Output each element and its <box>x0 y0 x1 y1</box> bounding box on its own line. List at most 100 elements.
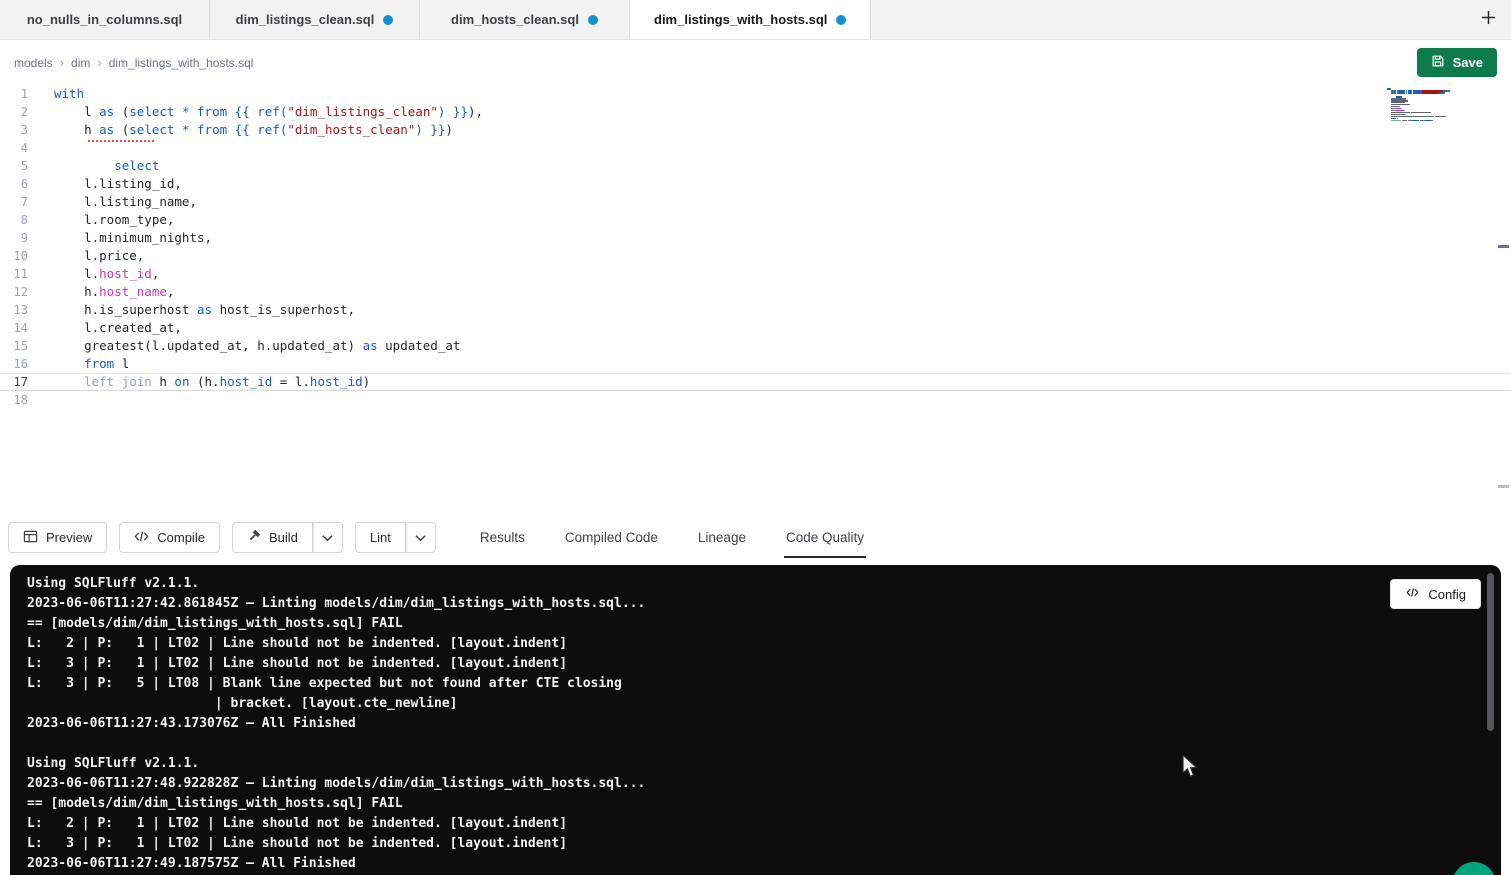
terminal-scrollbar[interactable] <box>1487 573 1494 731</box>
code-text: select <box>28 157 159 175</box>
open-file-tabs: no_nulls_in_columns.sqldim_listings_clea… <box>0 0 871 39</box>
code-line[interactable]: 16 from l <box>0 355 1511 373</box>
code-text: l.price, <box>28 247 144 265</box>
compile-label: Compile <box>157 530 205 545</box>
editor-tab[interactable]: dim_listings_clean.sql <box>210 0 420 39</box>
breadcrumb-item: dim <box>71 56 90 70</box>
compile-button[interactable]: Compile <box>119 522 220 553</box>
line-number: 15 <box>0 337 28 355</box>
terminal-line: == [models/dim/dim_listings_with_hosts.s… <box>27 614 1501 634</box>
code-line[interactable]: 3 h as (select * from {{ ref("dim_hosts_… <box>0 121 1511 139</box>
line-number: 1 <box>0 85 28 103</box>
preview-button[interactable]: Preview <box>8 522 107 553</box>
build-button[interactable]: Build <box>232 522 313 553</box>
hammer-icon <box>247 529 261 546</box>
line-number: 2 <box>0 103 28 121</box>
line-number: 3 <box>0 121 28 139</box>
code-line[interactable]: 7 l.listing_name, <box>0 193 1511 211</box>
code-lines: 1with2 l as (select * from {{ ref("dim_l… <box>0 85 1511 409</box>
lint-split-button: Lint <box>355 522 436 553</box>
overview-ruler-mark <box>1498 485 1509 488</box>
unsaved-changes-dot <box>836 15 846 25</box>
code-editor[interactable]: 1with2 l as (select * from {{ ref("dim_l… <box>0 85 1511 510</box>
tab-lineage[interactable]: Lineage <box>696 510 748 565</box>
line-number: 9 <box>0 229 28 247</box>
terminal-line: 2023-06-06T11:27:48.922828Z — Linting mo… <box>27 774 1501 794</box>
code-text: l as (select * from {{ ref("dim_listings… <box>28 103 483 121</box>
lint-button[interactable]: Lint <box>355 522 406 553</box>
line-number: 4 <box>0 139 28 157</box>
breadcrumb-item: dim_listings_with_hosts.sql <box>109 56 254 70</box>
code-line[interactable]: 8 l.room_type, <box>0 211 1511 229</box>
code-line[interactable]: 9 l.minimum_nights, <box>0 229 1511 247</box>
terminal-line: Using SQLFluff v2.1.1. <box>27 754 1501 774</box>
line-number: 6 <box>0 175 28 193</box>
tab-results[interactable]: Results <box>478 510 527 565</box>
line-number: 18 <box>0 391 28 409</box>
line-number: 16 <box>0 355 28 373</box>
line-number: 13 <box>0 301 28 319</box>
build-options-dropdown[interactable] <box>313 522 343 553</box>
editor-tab[interactable]: dim_hosts_clean.sql <box>420 0 630 39</box>
editor-tab[interactable]: no_nulls_in_columns.sql <box>0 0 210 39</box>
terminal-line: L: 2 | P: 1 | LT02 | Line should not be … <box>27 634 1501 654</box>
save-label: Save <box>1453 55 1483 70</box>
code-text: l.room_type, <box>28 211 174 229</box>
config-label: Config <box>1428 587 1466 602</box>
build-label: Build <box>269 530 298 545</box>
chevron-right-icon: › <box>60 55 64 70</box>
terminal-line: 2023-06-06T11:27:43.173076Z — All Finish… <box>27 714 1501 734</box>
code-line[interactable]: 14 l.created_at, <box>0 319 1511 337</box>
code-line[interactable]: 18 <box>0 391 1511 409</box>
breadcrumb-item: models <box>14 56 53 70</box>
line-number: 12 <box>0 283 28 301</box>
code-line[interactable]: 11 l.host_id, <box>0 265 1511 283</box>
terminal-line: 2023-06-06T11:27:49.187575Z — All Finish… <box>27 854 1501 874</box>
terminal-line: L: 3 | P: 5 | LT08 | Blank line expected… <box>27 674 1501 694</box>
unsaved-changes-dot <box>588 15 598 25</box>
tab-label: dim_listings_with_hosts.sql <box>654 12 827 27</box>
code-line[interactable]: 6 l.listing_id, <box>0 175 1511 193</box>
code-line[interactable]: 12 h.host_name, <box>0 283 1511 301</box>
code-line[interactable]: 5 select <box>0 157 1511 175</box>
terminal-line: Using SQLFluff v2.1.1. <box>27 574 1501 594</box>
line-number: 7 <box>0 193 28 211</box>
code-line[interactable]: 10 l.price, <box>0 247 1511 265</box>
code-text: l.minimum_nights, <box>28 229 212 247</box>
terminal-line: | bracket. [layout.cte_newline] <box>27 694 1501 714</box>
chevron-down-icon <box>415 529 426 547</box>
tab-code-quality[interactable]: Code Quality <box>784 510 866 565</box>
terminal-line <box>27 734 1501 754</box>
terminal-line: L: 3 | P: 1 | LT02 | Line should not be … <box>27 834 1501 854</box>
code-line[interactable]: 1with <box>0 85 1511 103</box>
save-button[interactable]: Save <box>1417 48 1497 77</box>
code-line[interactable]: 2 l as (select * from {{ ref("dim_listin… <box>0 103 1511 121</box>
code-brackets-icon <box>134 529 149 547</box>
code-line[interactable]: 15 greatest(l.updated_at, h.updated_at) … <box>0 337 1511 355</box>
action-toolbar: Preview Compile Buil <box>0 510 1511 565</box>
editor-tab[interactable]: dim_listings_with_hosts.sql <box>630 0 871 39</box>
code-line[interactable]: 13 h.is_superhost as host_is_superhost, <box>0 301 1511 319</box>
code-text: l.host_id, <box>28 265 159 283</box>
editor-minimap[interactable] <box>1387 88 1465 124</box>
editor-tabbar: no_nulls_in_columns.sqldim_listings_clea… <box>0 0 1511 40</box>
line-number: 11 <box>0 265 28 283</box>
code-text: l.listing_name, <box>28 193 197 211</box>
lint-options-dropdown[interactable] <box>406 522 436 553</box>
line-number: 5 <box>0 157 28 175</box>
code-line[interactable]: 4 <box>0 139 1511 157</box>
code-text: h.host_name, <box>28 283 174 301</box>
new-tab-button[interactable] <box>1465 0 1511 39</box>
code-text: h as (select * from {{ ref("dim_hosts_cl… <box>28 121 453 139</box>
code-text: h.is_superhost as host_is_superhost, <box>28 301 355 319</box>
config-button[interactable]: Config <box>1390 579 1481 609</box>
tab-label: dim_hosts_clean.sql <box>451 12 579 27</box>
code-line[interactable]: 17 left join h on (h.host_id = l.host_id… <box>0 373 1511 391</box>
line-number: 14 <box>0 319 28 337</box>
line-number: 8 <box>0 211 28 229</box>
terminal-panel: Using SQLFluff v2.1.1.2023-06-06T11:27:4… <box>10 565 1501 875</box>
tab-compiled-code[interactable]: Compiled Code <box>563 510 660 565</box>
lint-label: Lint <box>370 530 391 545</box>
code-text: l.created_at, <box>28 319 182 337</box>
terminal-line: L: 3 | P: 1 | LT02 | Line should not be … <box>27 654 1501 674</box>
